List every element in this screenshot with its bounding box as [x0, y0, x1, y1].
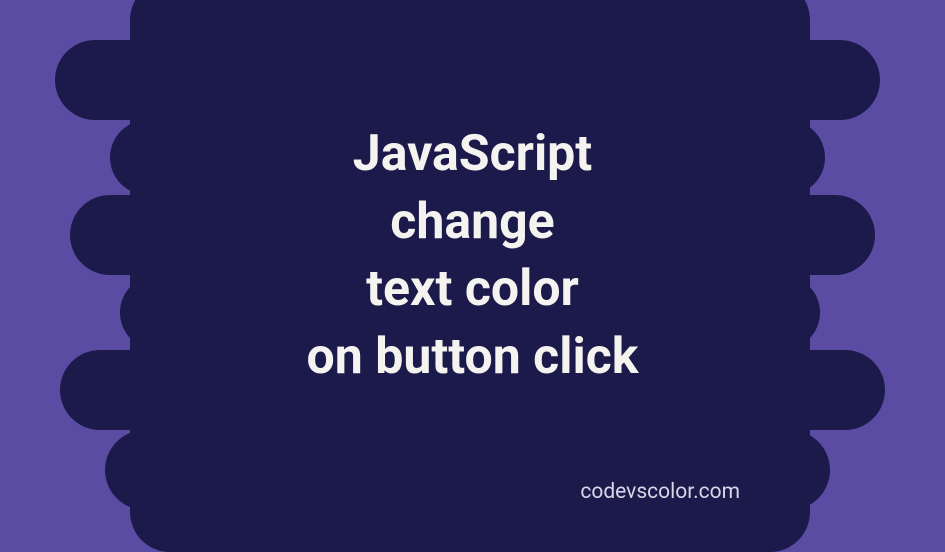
- title-line-3: text color: [307, 256, 639, 324]
- title-line-1: JavaScript: [307, 121, 639, 189]
- main-title: JavaScript change text color on button c…: [307, 121, 639, 391]
- title-line-2: change: [307, 189, 639, 257]
- content-container: JavaScript change text color on button c…: [0, 0, 945, 532]
- footer-attribution: codevscolor.com: [580, 480, 740, 504]
- title-line-4: on button click: [307, 324, 639, 392]
